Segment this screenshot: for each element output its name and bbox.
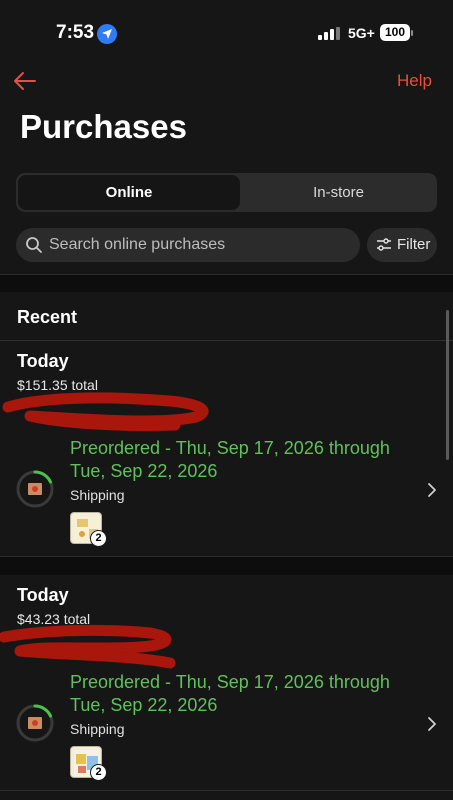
help-link[interactable]: Help [397, 71, 432, 91]
order-card[interactable]: Today $43.23 total Preordered - Thu, Sep… [0, 575, 453, 791]
item-count-badge: 2 [90, 530, 107, 547]
filter-label: Filter [397, 236, 431, 253]
cell-signal-icon [318, 27, 342, 40]
clock: 7:53 [56, 22, 95, 43]
order-status: Preordered - Thu, Sep 17, 2026 through T… [70, 438, 390, 481]
status-bar: 7:53 5G+ 100 [0, 0, 453, 62]
battery-icon: 100 [380, 24, 410, 41]
order-date: Today [17, 351, 69, 371]
order-date: Today [17, 585, 69, 605]
section-gap [0, 275, 453, 292]
network-type: 5G+ [348, 25, 375, 41]
fulfillment-method: Shipping [70, 721, 125, 737]
section-gap [0, 557, 453, 575]
order-card[interactable]: Today $151.35 total Preordered - Thu, Se… [0, 341, 453, 557]
purchase-type-segmented-control: Online In-store [16, 173, 437, 212]
section-title: Recent [17, 307, 78, 327]
redaction-scribble [2, 392, 209, 432]
search-bar [16, 228, 360, 262]
chevron-right-icon [428, 717, 436, 731]
item-count-badge: 2 [90, 764, 107, 781]
progress-ring-icon [16, 470, 54, 508]
sliders-icon [377, 238, 391, 251]
search-icon [26, 237, 42, 253]
battery-tip [411, 30, 413, 36]
divider [0, 790, 453, 791]
page-title: Purchases [20, 108, 187, 145]
tab-in-store[interactable]: In-store [242, 175, 435, 210]
order-status: Preordered - Thu, Sep 17, 2026 through T… [70, 672, 390, 715]
tab-online[interactable]: Online [18, 175, 240, 210]
chevron-right-icon [428, 483, 436, 497]
redaction-scribble [0, 624, 176, 669]
fulfillment-method: Shipping [70, 487, 125, 503]
progress-ring-icon [16, 704, 54, 742]
search-input[interactable] [49, 228, 349, 262]
back-arrow-icon[interactable] [12, 68, 38, 94]
section-header: Recent [0, 292, 453, 341]
location-arrow-icon [97, 24, 117, 44]
filter-button[interactable]: Filter [367, 228, 437, 262]
